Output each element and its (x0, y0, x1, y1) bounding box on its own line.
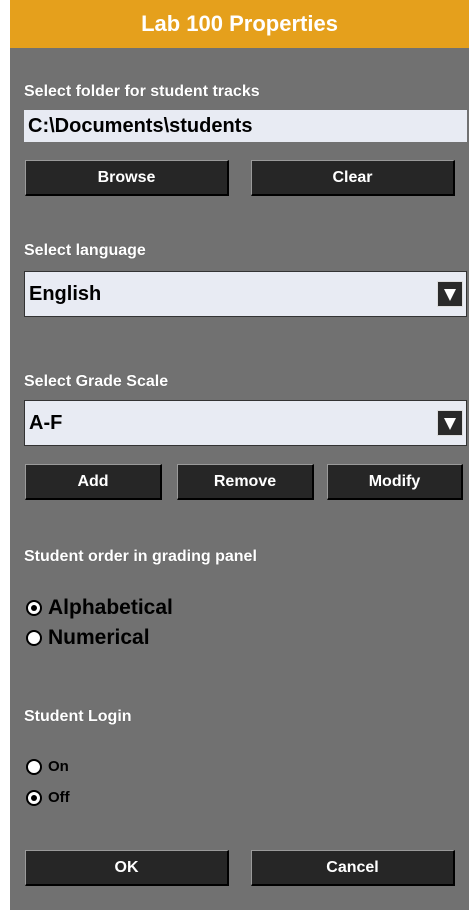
window-title: Lab 100 Properties (141, 11, 338, 36)
language-selected-value: English (29, 282, 102, 305)
language-label: Select language (24, 242, 146, 259)
grade-scale-selected-value: A-F (29, 411, 63, 434)
add-grade-scale-button[interactable]: Add (25, 464, 162, 500)
folder-path-field[interactable]: C:\Documents\students (24, 110, 467, 142)
chevron-down-icon[interactable] (437, 410, 463, 436)
order-option-numerical[interactable]: Numerical (26, 626, 150, 650)
login-option-label: On (48, 758, 69, 775)
grade-scale-label: Select Grade Scale (24, 373, 169, 390)
clear-button[interactable]: Clear (251, 160, 455, 196)
login-option-off[interactable]: Off (26, 789, 70, 806)
cancel-button[interactable]: Cancel (251, 850, 455, 886)
radio-checked-icon[interactable] (26, 600, 42, 616)
modify-grade-scale-button[interactable]: Modify (327, 464, 463, 500)
browse-button[interactable]: Browse (25, 160, 229, 196)
student-login-label: Student Login (24, 708, 132, 725)
radio-unchecked-icon[interactable] (26, 630, 42, 646)
order-option-label: Numerical (48, 626, 150, 649)
chevron-down-icon[interactable] (437, 281, 463, 307)
ok-button[interactable]: OK (25, 850, 229, 886)
remove-grade-scale-button[interactable]: Remove (177, 464, 314, 500)
login-option-on[interactable]: On (26, 758, 69, 775)
language-select[interactable]: English (24, 271, 467, 317)
grade-scale-select[interactable]: A-F (24, 400, 467, 446)
radio-unchecked-icon[interactable] (26, 758, 42, 775)
order-option-alphabetical[interactable]: Alphabetical (26, 596, 173, 620)
student-order-label: Student order in grading panel (24, 548, 257, 565)
folder-label: Select folder for student tracks (24, 83, 260, 100)
order-option-label: Alphabetical (48, 596, 173, 619)
radio-checked-icon[interactable] (26, 789, 42, 806)
properties-panel: Lab 100 Properties Select folder for stu… (10, 0, 469, 910)
folder-path-value: C:\Documents\students (28, 114, 253, 137)
title-bar: Lab 100 Properties (10, 0, 469, 48)
login-option-label: Off (48, 789, 70, 806)
